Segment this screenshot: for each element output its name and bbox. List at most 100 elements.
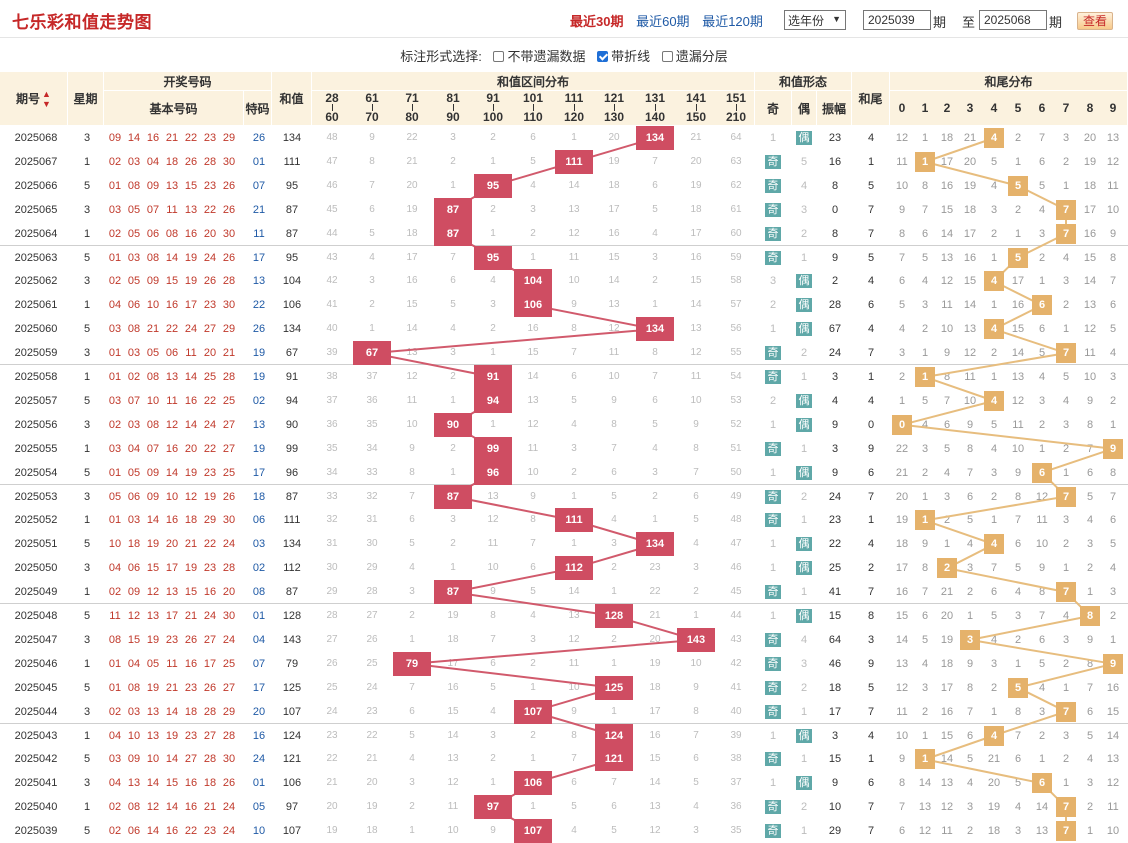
basic-number: 25 xyxy=(222,657,236,670)
tail-value: 4 xyxy=(867,132,875,144)
table-row: 2025051 5 10 18 19 20 21 22 24 03 134 31 30 5 2 11 7 1 3 13… xyxy=(0,532,1128,557)
range-missing-count: 6 xyxy=(693,753,699,765)
weekday: 3 xyxy=(83,562,91,575)
basic-number: 15 xyxy=(165,275,179,288)
range-missing-count: 36 xyxy=(326,418,338,430)
tail-value: 5 xyxy=(867,251,875,264)
tail-missing-count: 2 xyxy=(990,490,998,503)
tail-missing-count: 4 xyxy=(990,179,998,192)
basic-number: 28 xyxy=(222,729,236,742)
basic-number: 18 xyxy=(184,705,198,718)
range-missing-count: 1 xyxy=(571,538,577,550)
tail-missing-count: 3 xyxy=(1014,610,1022,622)
range-missing-count: 7 xyxy=(652,155,658,167)
table-row: 2025055 1 03 04 07 16 20 22 27 19 99 35 34 9 2 99 11 3 7 4 8… xyxy=(0,436,1128,461)
year-select[interactable]: 选年份 ▼ xyxy=(784,10,846,30)
issue-header[interactable]: 期号 ▲ ▼ xyxy=(0,72,68,126)
basic-number: 03 xyxy=(127,251,141,264)
period-link-30[interactable]: 最近30期 xyxy=(570,14,623,29)
basic-number: 20 xyxy=(184,442,198,455)
range-missing-count: 32 xyxy=(326,514,338,526)
query-button[interactable]: 查看 xyxy=(1077,12,1113,30)
basic-number: 17 xyxy=(184,299,198,312)
tail-missing-count: 1 xyxy=(1086,586,1094,599)
range-missing-count: 40 xyxy=(730,705,742,717)
range-missing-count: 9 xyxy=(490,825,496,837)
range-missing-count: 7 xyxy=(652,371,658,382)
range-missing-count: 19 xyxy=(406,203,418,215)
tail-missing-count: 11 xyxy=(1084,347,1096,360)
odd-missing-count: 2 xyxy=(769,299,777,312)
option-checkbox-polyline[interactable] xyxy=(597,51,609,62)
basic-number: 27 xyxy=(203,633,217,646)
range-missing-count: 3 xyxy=(490,299,496,311)
range-missing-count: 36 xyxy=(730,801,742,813)
tail-missing-count: 2 xyxy=(1038,251,1046,264)
issue-number: 2025064 xyxy=(14,227,58,240)
tail-missing-count: 14 xyxy=(1083,275,1097,288)
tail-missing-count: 3 xyxy=(1109,586,1117,599)
issue-number: 2025061 xyxy=(14,299,58,312)
period-link-120[interactable]: 最近120期 xyxy=(702,14,763,29)
range-header-low: 28 xyxy=(325,91,339,105)
tail-missing-count: 5 xyxy=(1038,347,1046,360)
range-missing-count: 10 xyxy=(608,371,620,382)
even-missing-count: 1 xyxy=(800,825,808,838)
range-missing-count: 19 xyxy=(649,657,661,669)
basic-number: 21 xyxy=(222,347,236,360)
tail-missing-count: 5 xyxy=(1014,562,1022,575)
range-missing-count: 26 xyxy=(326,657,338,669)
basic-number: 09 xyxy=(146,466,160,479)
sum-range-hit: 106 xyxy=(514,293,552,318)
range-missing-count: 2 xyxy=(450,371,456,382)
tail-hit: 6 xyxy=(1032,773,1052,794)
period-link-60[interactable]: 最近60期 xyxy=(636,14,689,29)
basic-number: 01 xyxy=(108,657,122,670)
range-missing-count: 15 xyxy=(690,275,702,287)
range-missing-count: 14 xyxy=(649,777,661,789)
tail-missing-count: 2 xyxy=(1014,203,1022,216)
tail-missing-count: 13 xyxy=(1011,371,1025,383)
tail-hit: 6 xyxy=(1032,462,1052,483)
basic-number: 19 xyxy=(146,538,160,551)
tail-missing-count: 12 xyxy=(963,347,977,360)
basic-number: 02 xyxy=(108,275,122,288)
amplitude-header: 振幅 xyxy=(817,91,852,126)
range-missing-count: 7 xyxy=(450,251,456,263)
basic-number: 30 xyxy=(222,753,236,766)
sum-range-hit: 104 xyxy=(514,269,552,294)
basic-number: 27 xyxy=(222,442,236,455)
tail-missing-count: 5 xyxy=(1038,657,1046,670)
range-missing-count: 26 xyxy=(366,633,378,645)
sum-value: 67 xyxy=(285,347,299,360)
amplitude-value: 0 xyxy=(831,203,839,216)
basic-number: 03 xyxy=(127,514,141,527)
range-missing-count: 2 xyxy=(652,490,658,502)
tail-missing-count: 19 xyxy=(940,633,954,646)
tail-hit: 6 xyxy=(1032,295,1052,316)
option-checkbox-no-missing[interactable] xyxy=(493,51,505,62)
tail-missing-count: 10 xyxy=(1106,203,1120,216)
range-missing-count: 22 xyxy=(326,753,338,765)
basic-number: 03 xyxy=(127,705,141,718)
basic-number: 30 xyxy=(222,299,236,312)
range-missing-count: 37 xyxy=(366,371,378,382)
tail-missing-count: 2 xyxy=(990,227,998,240)
basic-number: 23 xyxy=(165,633,179,646)
tail-value: 9 xyxy=(867,657,875,670)
to-issue-input[interactable]: 2025068 xyxy=(979,10,1047,30)
tail-hit: 9 xyxy=(1103,438,1123,459)
basic-number: 16 xyxy=(165,514,179,527)
tail-value: 4 xyxy=(867,275,875,288)
range-missing-count: 11 xyxy=(447,801,459,813)
tail-missing-count: 12 xyxy=(940,801,954,814)
sum-value: 79 xyxy=(285,657,299,670)
tail-missing-count: 4 xyxy=(1109,562,1117,575)
range-header-high: 140 xyxy=(644,110,666,124)
option-checkbox-missing-layer[interactable] xyxy=(661,51,673,62)
range-missing-count: 5 xyxy=(450,299,456,311)
from-issue-input[interactable]: 2025039 xyxy=(863,10,931,30)
tail-missing-count: 4 xyxy=(1062,610,1070,622)
tail-missing-count: 2 xyxy=(921,466,929,479)
weekday: 5 xyxy=(83,323,91,336)
